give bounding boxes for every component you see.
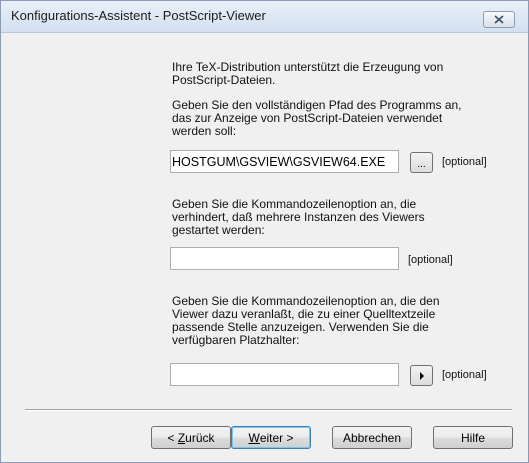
goto-line-option-value [171, 364, 398, 368]
close-icon [494, 15, 504, 24]
close-button[interactable] [483, 11, 515, 28]
cancel-button-label: Abbrechen [342, 430, 402, 445]
goto-line-optional-label: [optional] [442, 369, 487, 381]
placeholder-menu-button[interactable] [410, 365, 433, 386]
browse-button-label: ... [417, 158, 426, 170]
back-button[interactable]: < Zurück [151, 426, 231, 449]
right-arrow-icon [419, 371, 424, 380]
program-optional-label: [optional] [442, 156, 487, 168]
single-instance-optional-label: [optional] [408, 254, 453, 266]
next-button[interactable]: Weiter > [231, 426, 311, 449]
program-path-value: HOSTGUM\GSVIEW\GSVIEW64.EXE [172, 155, 386, 169]
help-button[interactable]: Hilfe [433, 426, 513, 449]
back-button-label: urück [185, 430, 215, 445]
single-instance-prompt-line-3: gestartet werden: [172, 223, 265, 237]
cancel-button[interactable]: Abbrechen [332, 426, 412, 449]
goto-line-prompt-line-4: verfügbaren Platzhalter: [172, 333, 300, 347]
back-button-mnemonic: Z [177, 430, 186, 445]
window-title: Konfigurations-Assistent - PostScript-Vi… [11, 8, 266, 23]
footer-separator [25, 409, 512, 411]
back-button-prefix: < [167, 430, 178, 445]
help-button-label: Hilfe [460, 430, 485, 445]
info-text-line-2: PostScript-Dateien. [172, 73, 276, 87]
browse-button[interactable]: ... [410, 152, 433, 173]
single-instance-option-value [171, 248, 398, 252]
program-path-field[interactable]: HOSTGUM\GSVIEW\GSVIEW64.EXE [170, 150, 399, 173]
konfigurations-assistent-dialog: Konfigurations-Assistent - PostScript-Vi… [0, 0, 529, 463]
program-prompt-line-3: werden soll: [172, 124, 237, 138]
title-bar[interactable]: Konfigurations-Assistent - PostScript-Vi… [1, 1, 528, 33]
next-button-label: eiter > [259, 430, 294, 445]
single-instance-option-field[interactable] [170, 247, 399, 270]
next-button-mnemonic: W [248, 430, 260, 445]
goto-line-option-field[interactable] [170, 363, 399, 386]
